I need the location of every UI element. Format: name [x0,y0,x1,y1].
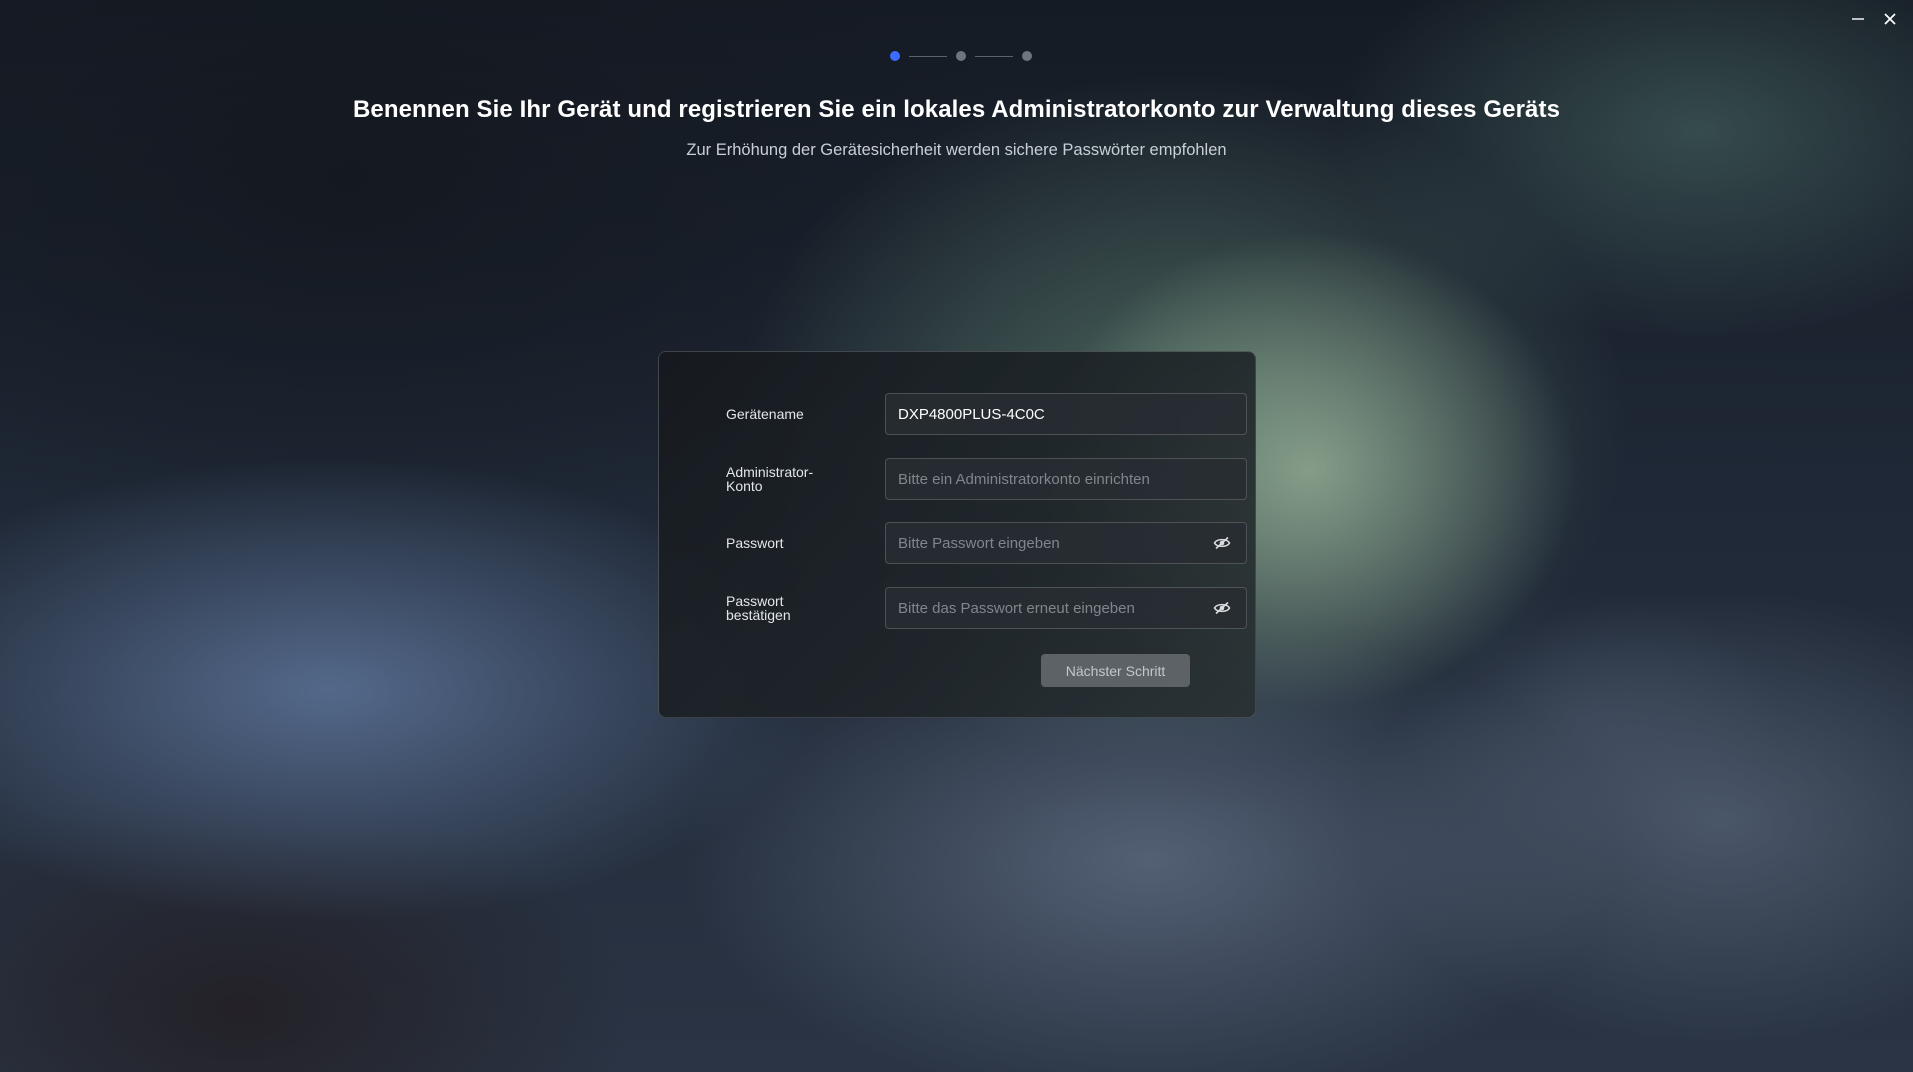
eye-off-icon[interactable] [1212,533,1232,553]
page-title: Benennen Sie Ihr Gerät und registrieren … [352,96,1561,123]
confirm-password-row: Passwort bestätigen Bitte das Passwort e… [726,587,1247,629]
confirm-password-label: Passwort bestätigen [726,593,791,623]
step-2-dot [956,51,966,61]
setup-form-card: Gerätename DXP4800PLUS-4C0C Administrato… [658,351,1256,718]
device-name-field[interactable]: DXP4800PLUS-4C0C [885,393,1247,435]
admin-account-row: Administrator-Konto Bitte ein Administra… [726,458,1247,500]
next-step-button[interactable]: Nächster Schritt [1041,654,1190,687]
admin-account-field[interactable]: Bitte ein Administratorkonto einrichten [885,458,1247,500]
eye-off-icon[interactable] [1212,598,1232,618]
password-field[interactable]: Bitte Passwort eingeben [885,522,1247,564]
confirm-password-placeholder: Bitte das Passwort erneut eingeben [898,599,1135,617]
confirm-password-field[interactable]: Bitte das Passwort erneut eingeben [885,587,1247,629]
step-connector [975,55,1013,57]
step-indicator [890,51,1032,61]
device-name-row: Gerätename DXP4800PLUS-4C0C [726,393,1247,435]
step-3-dot [1022,51,1032,61]
step-connector [909,55,947,57]
password-row: Passwort Bitte Passwort eingeben [726,522,1247,564]
admin-account-label: Administrator-Konto [726,464,814,494]
close-icon[interactable] [1879,8,1901,30]
device-name-value: DXP4800PLUS-4C0C [898,405,1045,423]
admin-account-placeholder: Bitte ein Administratorkonto einrichten [898,470,1150,488]
password-placeholder: Bitte Passwort eingeben [898,534,1060,552]
password-label: Passwort [726,535,784,551]
device-name-label: Gerätename [726,406,804,422]
window-controls [1847,8,1901,30]
step-1-dot [890,51,900,61]
page-subtitle: Zur Erhöhung der Gerätesicherheit werden… [686,141,1227,159]
minimize-icon[interactable] [1847,8,1869,30]
